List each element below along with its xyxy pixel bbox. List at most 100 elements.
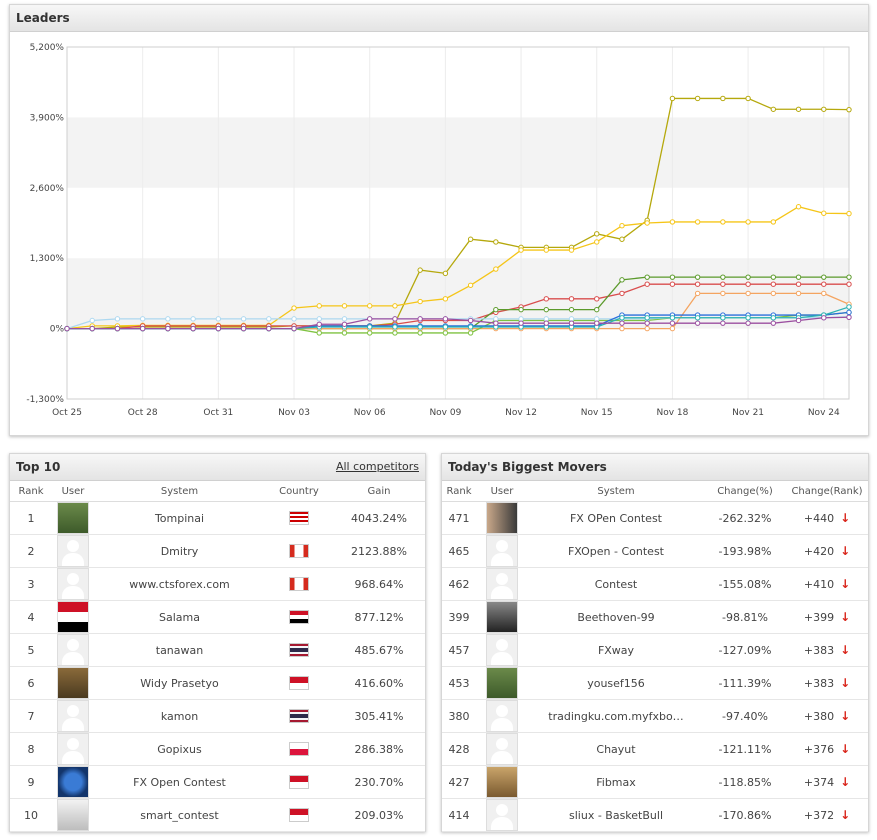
table-row[interactable]: 380 tradingku.com.myfxbo… -97.40% +380 ↓ — [442, 699, 868, 733]
col-system: System — [94, 481, 265, 502]
avatar[interactable] — [486, 601, 518, 633]
data-point — [770, 315, 777, 321]
movers-panel: Today's Biggest Movers Rank User System … — [441, 453, 869, 832]
table-row[interactable]: 2 Dmitry 2123.88% — [10, 534, 425, 568]
data-point — [644, 320, 650, 326]
data-point — [619, 277, 625, 283]
system-cell[interactable]: www.ctsforex.com — [94, 567, 265, 601]
arrow-down-icon: ↓ — [840, 544, 851, 558]
avatar[interactable] — [486, 733, 518, 765]
data-point — [720, 95, 726, 102]
avatar[interactable] — [486, 634, 518, 666]
table-row[interactable]: 9 FX Open Contest 230.70% — [10, 765, 425, 799]
table-row[interactable]: 457 FXway -127.09% +383 ↓ — [442, 633, 868, 667]
table-row[interactable]: 7 kamon 305.41% — [10, 699, 425, 733]
table-row[interactable]: 1 Tompinai 4043.24% — [10, 501, 425, 535]
user-cell — [52, 699, 94, 733]
avatar[interactable] — [486, 568, 518, 600]
country-cell — [265, 600, 333, 634]
country-cell — [265, 534, 333, 568]
rank-cell: 6 — [10, 666, 52, 700]
system-cell[interactable]: tradingku.com.myfxbo… — [528, 699, 704, 733]
table-row[interactable]: 471 FX OPen Contest -262.32% +440 ↓ — [442, 501, 868, 535]
user-cell — [52, 534, 94, 568]
system-cell[interactable]: kamon — [94, 699, 265, 733]
rank-cell: 4 — [10, 600, 52, 634]
system-cell[interactable]: Widy Prasetyo — [94, 666, 265, 700]
data-point — [795, 204, 802, 210]
all-competitors-link[interactable]: All competitors — [336, 460, 419, 473]
table-row[interactable]: 399 Beethoven-99 -98.81% +399 ↓ — [442, 600, 868, 634]
rank-cell: 1 — [10, 501, 52, 535]
table-row[interactable]: 4 Salama 877.12% — [10, 600, 425, 634]
system-cell[interactable]: Gopixus — [94, 732, 265, 766]
data-point — [417, 330, 423, 336]
avatar[interactable] — [486, 799, 518, 831]
y-tick-label: 0% — [50, 325, 65, 335]
avatar[interactable] — [57, 502, 89, 534]
table-row[interactable]: 8 Gopixus 286.38% — [10, 732, 425, 766]
data-point — [518, 247, 524, 253]
top10-table: Rank User System Country Gain 1 Tompinai 4… — [10, 481, 425, 832]
avatar[interactable] — [486, 667, 518, 699]
system-cell[interactable]: Salama — [94, 600, 265, 634]
system-cell[interactable]: FXOpen - Contest — [528, 534, 704, 568]
avatar[interactable] — [57, 568, 89, 600]
avatar[interactable] — [57, 535, 89, 567]
system-cell[interactable]: Tompinai — [94, 501, 265, 535]
table-row[interactable]: 5 tanawan 485.67% — [10, 633, 425, 667]
table-row[interactable]: 453 yousef156 -111.39% +383 ↓ — [442, 666, 868, 700]
table-row[interactable]: 465 FXOpen - Contest -193.98% +420 ↓ — [442, 534, 868, 568]
table-row[interactable]: 3 www.ctsforex.com 968.64% — [10, 567, 425, 601]
rank-cell: 427 — [442, 765, 476, 799]
avatar[interactable] — [486, 535, 518, 567]
system-cell[interactable]: Fibmax — [528, 765, 704, 799]
y-tick-label: 5,200% — [30, 43, 65, 53]
system-cell[interactable]: Dmitry — [94, 534, 265, 568]
avatar[interactable] — [57, 733, 89, 765]
data-point — [442, 296, 449, 302]
change-rank-value: +440 — [803, 512, 835, 525]
system-cell[interactable]: FXway — [528, 633, 704, 667]
x-tick-label: Oct 28 — [128, 408, 158, 418]
change-pct-cell: -97.40% — [704, 699, 786, 733]
system-cell[interactable]: smart_contest — [94, 798, 265, 832]
egypt-flag-icon — [289, 610, 309, 624]
avatar[interactable] — [57, 799, 89, 831]
poland-flag-icon — [289, 742, 309, 756]
system-cell[interactable]: Contest — [528, 567, 704, 601]
avatar[interactable] — [57, 601, 89, 633]
data-point — [644, 315, 650, 321]
avatar[interactable] — [486, 700, 518, 732]
rank-cell: 428 — [442, 732, 476, 766]
avatar[interactable] — [486, 502, 518, 534]
data-point — [821, 281, 827, 287]
change-rank-cell: +372 ↓ — [786, 798, 868, 832]
data-point — [821, 210, 827, 216]
system-cell[interactable]: sliux - BasketBull — [528, 798, 704, 832]
gain-cell: 286.38% — [333, 732, 425, 766]
table-row[interactable]: 10 smart_contest 209.03% — [10, 798, 425, 832]
avatar[interactable] — [57, 634, 89, 666]
table-row[interactable]: 428 Chayut -121.11% +376 ↓ — [442, 732, 868, 766]
system-cell[interactable]: FX Open Contest — [94, 765, 265, 799]
table-row[interactable]: 462 Contest -155.08% +410 ↓ — [442, 567, 868, 601]
data-point — [139, 316, 146, 322]
system-cell[interactable]: Chayut — [528, 732, 704, 766]
table-row[interactable]: 6 Widy Prasetyo 416.60% — [10, 666, 425, 700]
data-point — [720, 274, 726, 280]
avatar[interactable] — [57, 700, 89, 732]
table-row[interactable]: 414 sliux - BasketBull -170.86% +372 ↓ — [442, 798, 868, 832]
table-row[interactable]: 427 Fibmax -118.85% +374 ↓ — [442, 765, 868, 799]
avatar[interactable] — [57, 766, 89, 798]
data-point — [493, 320, 499, 326]
system-cell[interactable]: yousef156 — [528, 666, 704, 700]
avatar[interactable] — [57, 667, 89, 699]
system-cell[interactable]: tanawan — [94, 633, 265, 667]
data-point — [619, 320, 625, 326]
avatar[interactable] — [486, 766, 518, 798]
country-cell — [265, 567, 333, 601]
system-cell[interactable]: FX OPen Contest — [528, 501, 704, 535]
data-point — [493, 266, 499, 272]
system-cell[interactable]: Beethoven-99 — [528, 600, 704, 634]
